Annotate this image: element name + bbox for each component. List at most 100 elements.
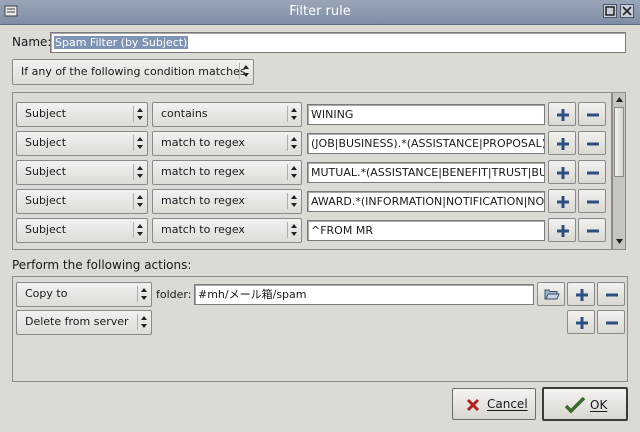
ok-label: OK [590, 398, 608, 412]
action-remove-button-1[interactable] [597, 282, 625, 306]
plus-icon [576, 289, 588, 301]
plus-icon [557, 225, 569, 237]
plus-icon [557, 196, 569, 208]
action-select-copy[interactable]: Copy to [16, 282, 152, 307]
minus-icon [587, 113, 599, 117]
condition-field-select[interactable]: Subject [16, 131, 148, 156]
minus-icon [587, 229, 599, 233]
folder-label: folder: [156, 288, 192, 301]
condition-mode-value: If any of the following condition matche… [21, 65, 246, 78]
updown-arrows-icon [141, 316, 147, 328]
condition-field-value: Subject [25, 165, 67, 178]
plus-icon [557, 167, 569, 179]
action-add-button-2[interactable] [567, 310, 595, 334]
condition-value-text: MUTUAL.*(ASSISTANCE|BENEFIT|TRUST|BUSI [311, 166, 545, 179]
updown-arrows-icon [137, 224, 143, 236]
folder-input-value: #mh/メール箱/spam [198, 288, 307, 301]
browse-folder-button[interactable] [537, 282, 565, 306]
condition-operator-value: match to regex [161, 165, 245, 178]
updown-arrows-icon [291, 166, 297, 178]
name-input-value: Spam Filter (by Subject) [54, 36, 189, 49]
condition-value-text: ^FROM MR [311, 224, 373, 237]
minus-icon [587, 171, 599, 175]
folder-input[interactable]: #mh/メール箱/spam [194, 284, 534, 305]
action-value: Delete from server [25, 315, 129, 328]
window-title: Filter rule [289, 4, 351, 19]
condition-operator-select[interactable]: match to regex [152, 160, 302, 185]
action-value: Copy to [25, 287, 68, 300]
action-remove-button-2[interactable] [597, 310, 625, 334]
condition-add-button[interactable] [548, 102, 576, 126]
condition-value-input[interactable]: ^FROM MR [307, 220, 545, 241]
minus-icon [587, 142, 599, 146]
updown-arrows-icon [291, 195, 297, 207]
updown-arrows-icon [141, 288, 147, 300]
minus-icon [606, 293, 618, 297]
updown-arrows-icon [291, 224, 297, 236]
condition-operator-select[interactable]: contains [152, 102, 302, 127]
condition-mode-select[interactable]: If any of the following condition matche… [12, 59, 254, 85]
condition-field-value: Subject [25, 223, 67, 236]
updown-arrows-icon [291, 137, 297, 149]
condition-field-value: Subject [25, 194, 67, 207]
condition-value-input[interactable]: MUTUAL.*(ASSISTANCE|BENEFIT|TRUST|BUSI [307, 162, 545, 183]
actions-label: Perform the following actions: [12, 258, 192, 272]
condition-operator-value: match to regex [161, 194, 245, 207]
scroll-up-icon[interactable] [615, 95, 624, 104]
condition-value-text: WINING [311, 108, 354, 121]
plus-icon [557, 138, 569, 150]
ok-button[interactable]: OK [542, 387, 628, 421]
condition-operator-value: contains [161, 107, 208, 120]
updown-arrows-icon [137, 108, 143, 120]
condition-value-input[interactable]: (JOB|BUSINESS).*(ASSISTANCE|PROPOSAL) [307, 133, 545, 154]
action-select-delete[interactable]: Delete from server [16, 310, 152, 335]
condition-add-button[interactable] [548, 189, 576, 213]
condition-remove-button[interactable] [578, 102, 606, 126]
action-add-button-1[interactable] [567, 282, 595, 306]
updown-arrows-icon [137, 137, 143, 149]
cancel-icon [466, 398, 480, 412]
condition-add-button[interactable] [548, 131, 576, 155]
condition-field-value: Subject [25, 107, 67, 120]
condition-value-input[interactable]: AWARD.*(INFORMATION|NOTIFICATION|NOT [307, 191, 545, 212]
condition-remove-button[interactable] [578, 160, 606, 184]
updown-arrows-icon [291, 108, 297, 120]
condition-operator-value: match to regex [161, 223, 245, 236]
maximize-icon [605, 6, 615, 16]
condition-operator-select[interactable]: match to regex [152, 131, 302, 156]
condition-add-button[interactable] [548, 160, 576, 184]
condition-field-select[interactable]: Subject [16, 189, 148, 214]
name-input[interactable]: Spam Filter (by Subject) [50, 32, 626, 53]
condition-operator-select[interactable]: match to regex [152, 189, 302, 214]
condition-field-select[interactable]: Subject [16, 218, 148, 243]
condition-remove-button[interactable] [578, 189, 606, 213]
ok-check-icon [564, 396, 586, 414]
updown-arrows-icon [137, 195, 143, 207]
updown-arrows-icon [243, 65, 249, 77]
name-label: Name: [12, 35, 52, 49]
condition-operator-select[interactable]: match to regex [152, 218, 302, 243]
cancel-label: Cancel [487, 397, 528, 411]
condition-remove-button[interactable] [578, 218, 606, 242]
scroll-thumb[interactable] [614, 107, 624, 177]
condition-add-button[interactable] [548, 218, 576, 242]
title-bar: Filter rule [0, 0, 640, 25]
cancel-button[interactable]: Cancel [452, 388, 536, 420]
scroll-down-icon[interactable] [615, 237, 624, 246]
maximize-button[interactable] [603, 4, 617, 18]
conditions-scrollbar[interactable] [612, 92, 626, 250]
plus-icon [576, 317, 588, 329]
condition-remove-button[interactable] [578, 131, 606, 155]
condition-field-select[interactable]: Subject [16, 160, 148, 185]
condition-operator-value: match to regex [161, 136, 245, 149]
minus-icon [587, 200, 599, 204]
condition-value-input[interactable]: WINING [307, 104, 545, 125]
close-icon [622, 6, 632, 16]
updown-arrows-icon [137, 166, 143, 178]
close-button[interactable] [620, 4, 634, 18]
folder-open-icon [544, 289, 560, 300]
minus-icon [606, 321, 618, 325]
plus-icon [557, 109, 569, 121]
condition-field-select[interactable]: Subject [16, 102, 148, 127]
condition-field-value: Subject [25, 136, 67, 149]
